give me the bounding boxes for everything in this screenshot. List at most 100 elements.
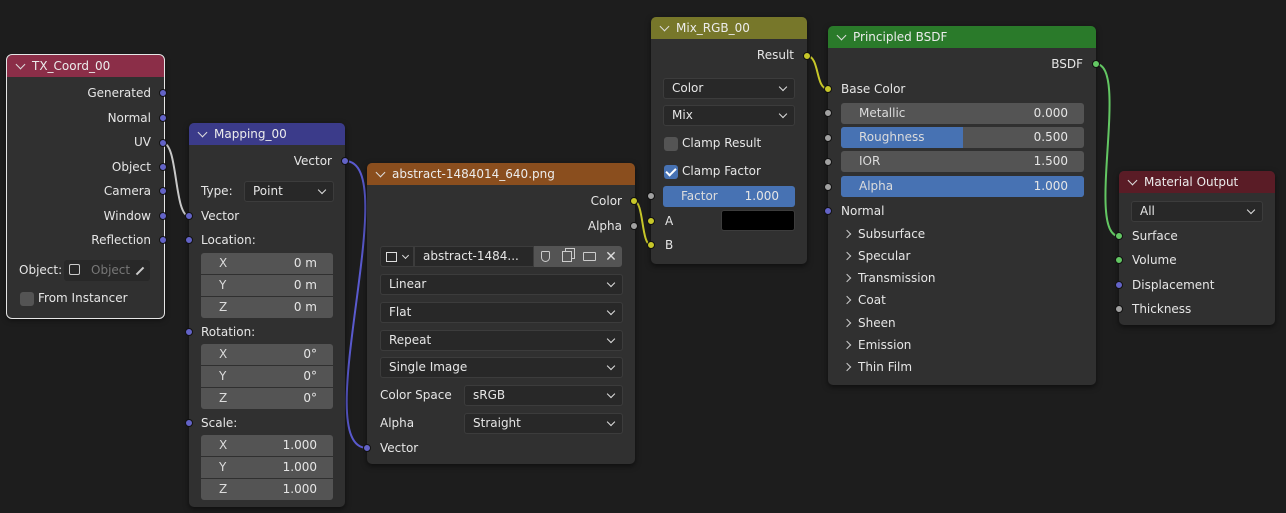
- image-browse-button[interactable]: [380, 246, 414, 267]
- socket-surface[interactable]: [1115, 232, 1123, 240]
- socket-mix-in-b[interactable]: [647, 241, 655, 249]
- socket-image-out-alpha[interactable]: [630, 222, 638, 230]
- socket-reflection[interactable]: [159, 236, 167, 244]
- ior-slider[interactable]: IOR 1.500: [841, 151, 1084, 172]
- node-header[interactable]: TX_Coord_00: [7, 55, 164, 77]
- socket-displacement[interactable]: [1115, 281, 1123, 289]
- socket-mapping-in-vector[interactable]: [185, 212, 193, 220]
- extension-dropdown[interactable]: Repeat: [380, 330, 623, 351]
- projection-dropdown[interactable]: Flat: [380, 302, 623, 323]
- socket-thickness[interactable]: [1115, 305, 1123, 313]
- socket-window[interactable]: [159, 212, 167, 220]
- socket-normal[interactable]: [159, 114, 167, 122]
- socket-image-out-color[interactable]: [630, 197, 638, 205]
- socket-volume[interactable]: [1115, 256, 1123, 264]
- socket-location[interactable]: [185, 236, 193, 244]
- collapse-chevron-icon[interactable]: [197, 127, 208, 138]
- panel-emission[interactable]: Emission: [842, 338, 911, 352]
- socket-mix-out-result[interactable]: [803, 52, 811, 60]
- output-generated: Generated: [87, 86, 151, 100]
- panel-coat[interactable]: Coat: [842, 293, 886, 307]
- eyedropper-icon[interactable]: [135, 266, 145, 276]
- scale-z-field[interactable]: Z 1.000: [201, 479, 333, 500]
- interpolation-dropdown[interactable]: Linear: [380, 274, 623, 295]
- duplicate-image-button[interactable]: [556, 246, 578, 267]
- target-dropdown[interactable]: All: [1131, 201, 1263, 222]
- panel-subsurface[interactable]: Subsurface: [842, 227, 925, 241]
- node-image-texture[interactable]: abstract-1484014_640.png Color Alpha abs…: [367, 163, 635, 464]
- socket-image-in-vector[interactable]: [363, 444, 371, 452]
- collapse-chevron-icon[interactable]: [1127, 175, 1138, 186]
- socket-scale[interactable]: [185, 419, 193, 427]
- location-x-field[interactable]: X0 m: [201, 253, 333, 274]
- color-space-dropdown[interactable]: sRGB: [464, 385, 623, 406]
- node-header[interactable]: abstract-1484014_640.png: [367, 163, 635, 185]
- location-y-field[interactable]: Y0 m: [201, 275, 333, 296]
- node-header[interactable]: Principled BSDF: [828, 26, 1096, 48]
- factor-slider[interactable]: Factor 1.000: [663, 186, 795, 207]
- panel-thin-film[interactable]: Thin Film: [842, 360, 912, 374]
- collapse-chevron-icon[interactable]: [659, 21, 670, 32]
- socket-metallic[interactable]: [824, 109, 832, 117]
- node-mix-rgb[interactable]: Mix_RGB_00 Result Color Mix Clamp Result…: [651, 17, 807, 264]
- from-instancer-checkbox[interactable]: [20, 292, 34, 306]
- node-title: Mapping_00: [214, 127, 287, 141]
- socket-normal[interactable]: [824, 207, 832, 215]
- input-thickness: Thickness: [1132, 302, 1192, 316]
- node-mapping[interactable]: Mapping_00 Vector Type: Point Vector Loc…: [189, 123, 345, 507]
- socket-base-color[interactable]: [824, 85, 832, 93]
- socket-mapping-out-vector[interactable]: [341, 157, 349, 165]
- node-header[interactable]: Material Output: [1119, 171, 1275, 193]
- node-header[interactable]: Mix_RGB_00: [651, 17, 807, 39]
- image-name-field[interactable]: abstract-1484...: [414, 246, 534, 267]
- socket-camera[interactable]: [159, 187, 167, 195]
- source-dropdown[interactable]: Single Image: [380, 357, 623, 378]
- rotation-x-field[interactable]: X 0°: [201, 344, 333, 365]
- node-header[interactable]: Mapping_00: [189, 123, 345, 145]
- fake-user-button[interactable]: [534, 246, 556, 267]
- socket-alpha[interactable]: [824, 183, 832, 191]
- node-texture-coordinate[interactable]: TX_Coord_00 Generated Normal UV Object C…: [6, 54, 165, 319]
- panel-sheen[interactable]: Sheen: [842, 316, 896, 330]
- node-principled-bsdf[interactable]: Principled BSDF BSDF Base Color Metallic…: [828, 26, 1096, 385]
- input-a-color-swatch[interactable]: [721, 210, 795, 231]
- scale-x-field[interactable]: X 1.000: [201, 435, 333, 456]
- scale-label: Scale:: [201, 416, 238, 430]
- chevron-down-icon: [606, 278, 616, 288]
- close-icon: ✕: [605, 248, 617, 265]
- socket-uv[interactable]: [159, 139, 167, 147]
- rotation-y-field[interactable]: Y 0°: [201, 366, 333, 387]
- clamp-factor-checkbox[interactable]: [664, 165, 678, 179]
- socket-mix-in-a[interactable]: [647, 217, 655, 225]
- open-image-button[interactable]: [578, 246, 600, 267]
- output-vector: Vector: [293, 154, 332, 168]
- socket-rotation[interactable]: [185, 328, 193, 336]
- panel-specular[interactable]: Specular: [842, 249, 910, 263]
- unlink-image-button[interactable]: ✕: [600, 246, 622, 267]
- type-dropdown[interactable]: Point: [244, 181, 334, 202]
- socket-object[interactable]: [159, 163, 167, 171]
- data-type-dropdown[interactable]: Color: [663, 78, 795, 99]
- socket-ior[interactable]: [824, 158, 832, 166]
- collapse-chevron-icon[interactable]: [15, 59, 26, 70]
- socket-generated[interactable]: [159, 89, 167, 97]
- metallic-slider[interactable]: Metallic 0.000: [841, 103, 1084, 124]
- node-material-output[interactable]: Material Output All Surface Volume Displ…: [1119, 171, 1275, 325]
- clamp-result-checkbox[interactable]: [664, 137, 678, 151]
- socket-bsdf-out[interactable]: [1092, 60, 1100, 68]
- object-field[interactable]: Object: [64, 260, 150, 281]
- location-z-field[interactable]: Z0 m: [201, 297, 333, 318]
- duplicate-icon: [562, 251, 572, 262]
- panel-transmission[interactable]: Transmission: [842, 271, 936, 285]
- alpha-mode-dropdown[interactable]: Straight: [464, 413, 623, 434]
- socket-roughness[interactable]: [824, 134, 832, 142]
- collapse-chevron-icon[interactable]: [836, 30, 847, 41]
- alpha-slider[interactable]: Alpha 1.000: [841, 176, 1084, 197]
- roughness-slider[interactable]: Roughness 0.500: [841, 127, 1084, 148]
- rotation-z-field[interactable]: Z 0°: [201, 388, 333, 409]
- output-alpha: Alpha: [587, 219, 622, 233]
- socket-mix-in-factor[interactable]: [647, 192, 655, 200]
- scale-y-field[interactable]: Y 1.000: [201, 457, 333, 478]
- blend-type-dropdown[interactable]: Mix: [663, 105, 795, 126]
- collapse-chevron-icon[interactable]: [375, 167, 386, 178]
